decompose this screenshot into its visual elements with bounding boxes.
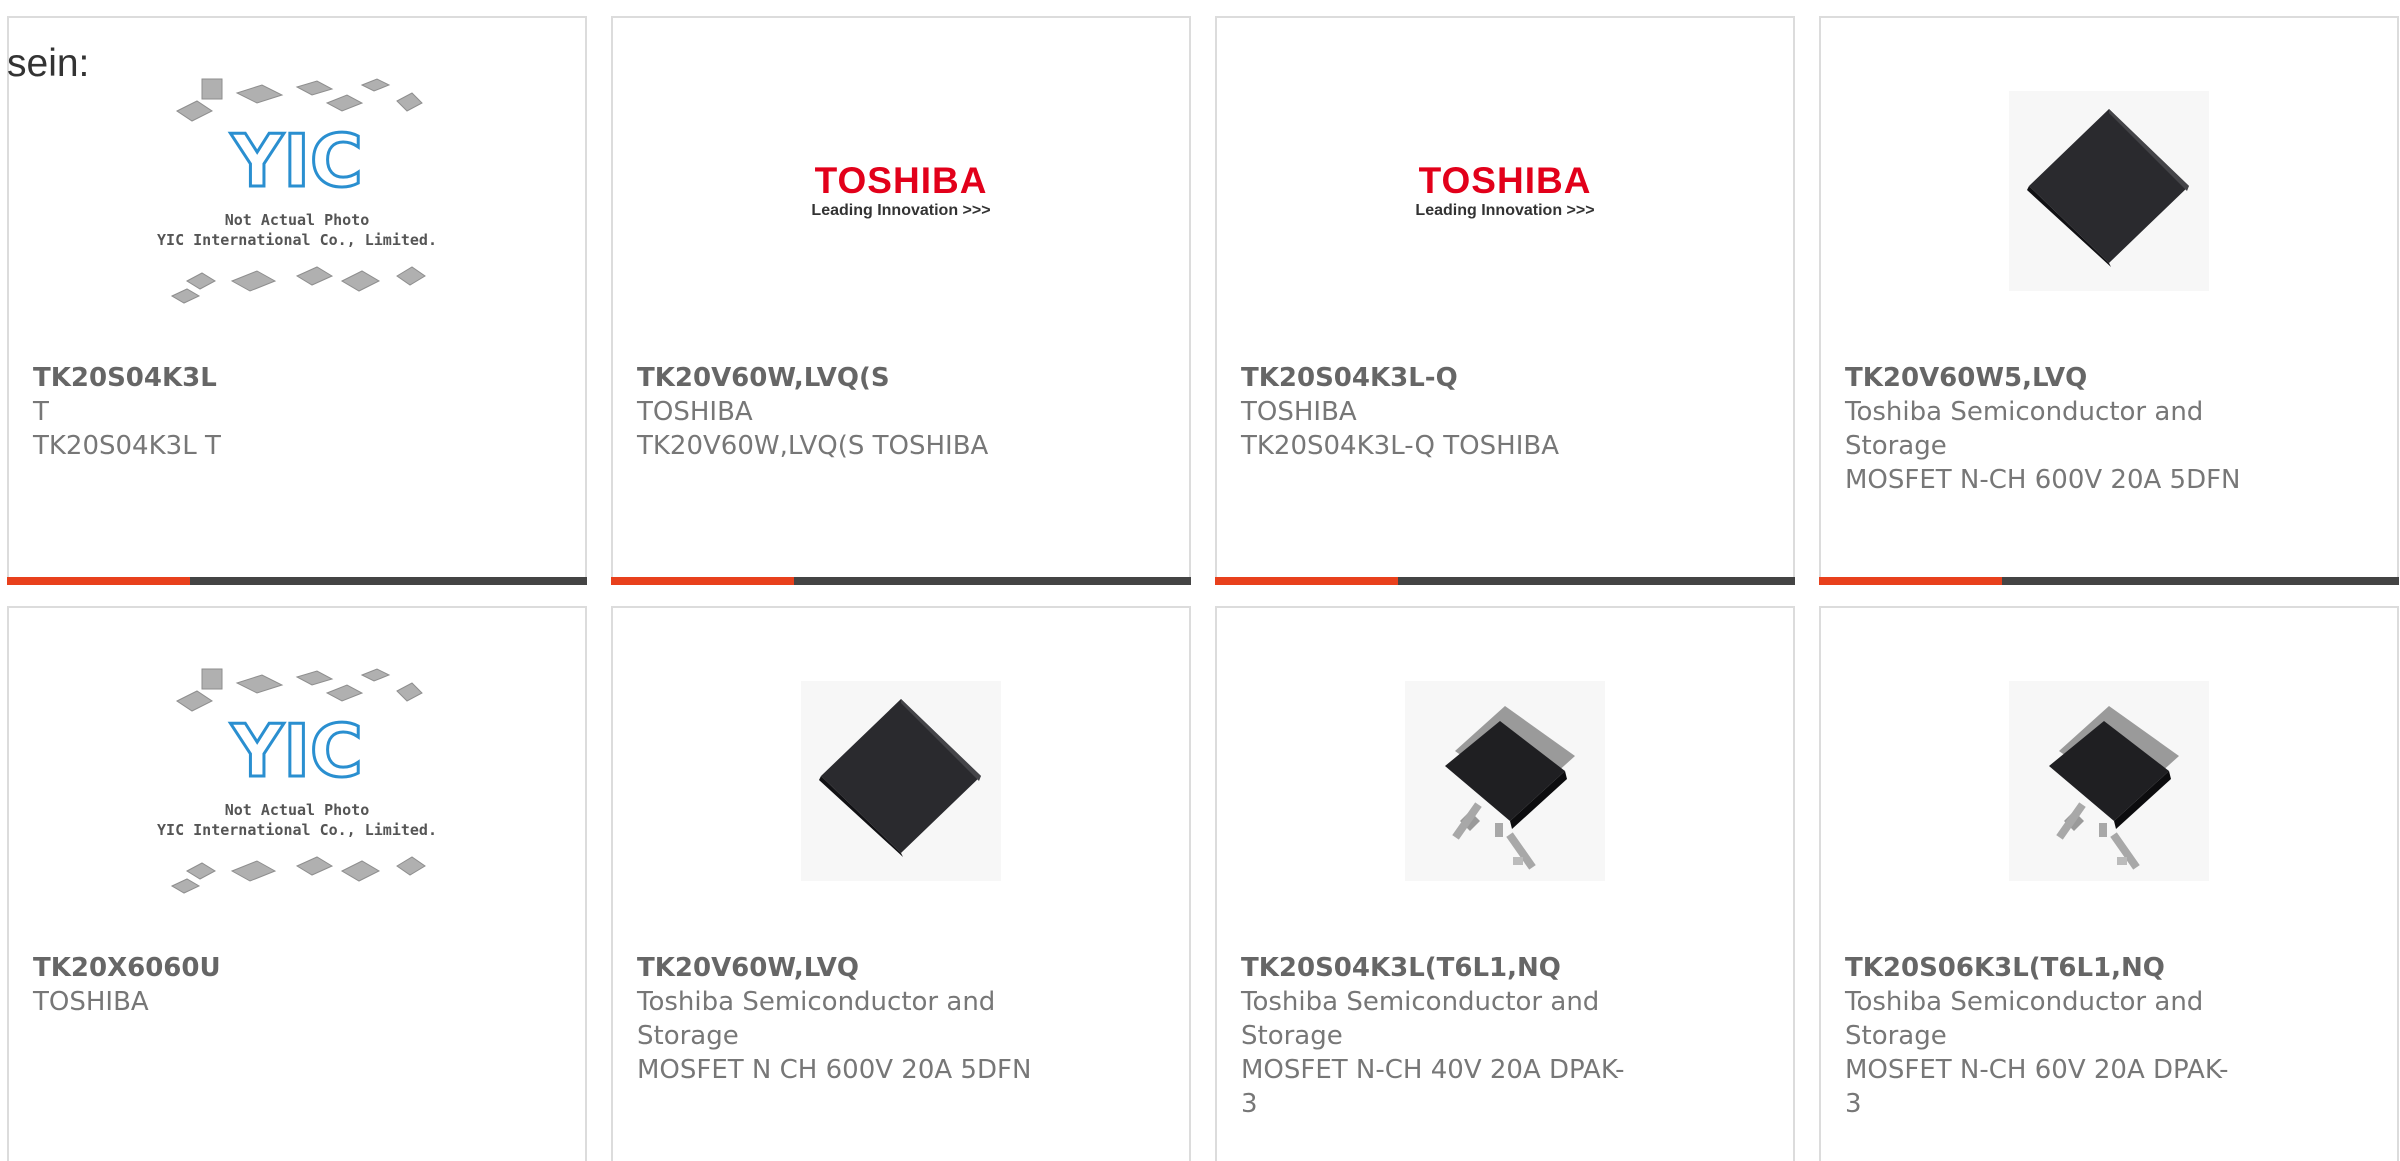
product-card[interactable]: TK20S06K3L(T6L1,NQ Toshiba Semiconductor…	[1819, 606, 2399, 1161]
product-title[interactable]: TK20S04K3L(T6L1,NQ	[1241, 951, 1769, 985]
dpak-package-image	[1405, 680, 1605, 881]
product-title[interactable]: TK20S04K3L	[33, 361, 561, 395]
product-info: TK20V60W,LVQ(S TOSHIBA TK20V60W,LVQ(S TOS…	[637, 361, 1165, 463]
product-detail-line: MOSFET N-CH 40V 20A DPAK-3	[1241, 1055, 1625, 1119]
card-bottom-bar	[1215, 577, 1795, 585]
product-detail-line: Toshiba Semiconductor and Storage	[637, 987, 996, 1051]
product-title[interactable]: TK20V60W5,LVQ	[1845, 361, 2373, 395]
product-card[interactable]: TOSHIBA Leading Innovation >>> TK20S04K3…	[1215, 16, 1795, 585]
placeholder-caption-1: Not Actual Photo	[224, 800, 370, 819]
card-bottom-bar	[7, 577, 587, 585]
toshiba-logo: TOSHIBA Leading Innovation >>>	[1385, 159, 1625, 221]
product-detail-line: TOSHIBA	[33, 987, 149, 1017]
product-title[interactable]: TK20S04K3L-Q	[1241, 361, 1769, 395]
card-accent-bar	[1819, 577, 2002, 585]
product-detail-line: Toshiba Semiconductor and Storage	[1845, 397, 2204, 461]
product-detail-line: MOSFET N-CH 600V 20A 5DFN	[1845, 465, 2241, 495]
product-title[interactable]: TK20X6060U	[33, 951, 561, 985]
product-info: TK20S04K3L-Q TOSHIBA TK20S04K3L-Q TOSHIBA	[1241, 361, 1769, 463]
product-card[interactable]: TK20V60W,LVQ Toshiba Semiconductor and S…	[611, 606, 1191, 1161]
product-card[interactable]: TOSHIBA Leading Innovation >>> TK20V60W,…	[611, 16, 1191, 585]
placeholder-image: YIC Not Actual Photo YIC International C…	[157, 661, 437, 901]
card-bottom-bar	[1819, 577, 2399, 585]
dfn-package-image	[801, 680, 1001, 881]
product-image[interactable]	[613, 608, 1189, 953]
product-title[interactable]: TK20V60W,LVQ(S	[637, 361, 1165, 395]
placeholder-caption-2: YIC International Co., Limited.	[157, 820, 437, 839]
product-card[interactable]: TK20V60W5,LVQ Toshiba Semiconductor and …	[1819, 16, 2399, 585]
product-info: TK20V60W5,LVQ Toshiba Semiconductor and …	[1845, 361, 2373, 497]
card-accent-bar	[1215, 577, 1398, 585]
toshiba-tagline: Leading Innovation >>>	[811, 201, 991, 219]
chip-icons: YIC	[170, 667, 426, 894]
product-title[interactable]: TK20V60W,LVQ	[637, 951, 1165, 985]
toshiba-brand: TOSHIBA	[814, 159, 988, 201]
product-image[interactable]: TOSHIBA Leading Innovation >>>	[1217, 18, 1793, 363]
product-image[interactable]: YIC Not Actual Photo YIC International C…	[9, 608, 585, 953]
product-info: TK20V60W,LVQ Toshiba Semiconductor and S…	[637, 951, 1165, 1087]
product-image[interactable]: YIC Not Actual Photo YIC International C…	[9, 18, 585, 363]
toshiba-tagline: Leading Innovation >>>	[1415, 201, 1595, 219]
product-detail-line: Toshiba Semiconductor and Storage	[1845, 987, 2204, 1051]
product-detail-line: TOSHIBA	[637, 397, 753, 427]
product-card[interactable]: TK20S04K3L(T6L1,NQ Toshiba Semiconductor…	[1215, 606, 1795, 1161]
svg-text:YIC: YIC	[230, 119, 363, 203]
dpak-package-image	[2009, 680, 2209, 881]
product-image[interactable]	[1821, 608, 2397, 953]
placeholder-caption-1: Not Actual Photo	[224, 210, 370, 229]
placeholder-image: YIC Not Actual Photo YIC International C…	[157, 71, 437, 311]
placeholder-caption-2: YIC International Co., Limited.	[157, 230, 437, 249]
product-title[interactable]: TK20S06K3L(T6L1,NQ	[1845, 951, 2373, 985]
product-card[interactable]: YIC Not Actual Photo YIC International C…	[7, 606, 587, 1161]
product-detail-line: TK20V60W,LVQ(S TOSHIBA	[637, 431, 989, 461]
product-detail-line: MOSFET N CH 600V 20A 5DFN	[637, 1055, 1032, 1085]
product-image[interactable]	[1217, 608, 1793, 953]
card-accent-bar	[611, 577, 794, 585]
product-image[interactable]: TOSHIBA Leading Innovation >>>	[613, 18, 1189, 363]
dfn-package-image	[2009, 90, 2209, 291]
card-bottom-bar	[611, 577, 1191, 585]
product-image[interactable]	[1821, 18, 2397, 363]
product-detail-line: Toshiba Semiconductor and Storage	[1241, 987, 1600, 1051]
intro-text: sein:	[7, 42, 90, 85]
product-detail-line: TK20S04K3L T	[33, 431, 221, 461]
product-detail-line: TK20S04K3L-Q TOSHIBA	[1241, 431, 1559, 461]
product-info: TK20S04K3L T TK20S04K3L T	[33, 361, 561, 463]
product-detail-line: T	[33, 397, 49, 427]
product-info: TK20X6060U TOSHIBA	[33, 951, 561, 1019]
toshiba-brand: TOSHIBA	[1418, 159, 1592, 201]
product-detail-line: MOSFET N-CH 60V 20A DPAK-3	[1845, 1055, 2229, 1119]
card-accent-bar	[7, 577, 190, 585]
product-detail-line: TOSHIBA	[1241, 397, 1357, 427]
svg-text:YIC: YIC	[230, 709, 363, 793]
toshiba-logo: TOSHIBA Leading Innovation >>>	[781, 159, 1021, 221]
product-info: TK20S06K3L(T6L1,NQ Toshiba Semiconductor…	[1845, 951, 2373, 1121]
product-card[interactable]: YIC Not Actual Photo YIC International C…	[7, 16, 587, 585]
product-info: TK20S04K3L(T6L1,NQ Toshiba Semiconductor…	[1241, 951, 1769, 1121]
chip-icons: YIC	[170, 77, 426, 304]
